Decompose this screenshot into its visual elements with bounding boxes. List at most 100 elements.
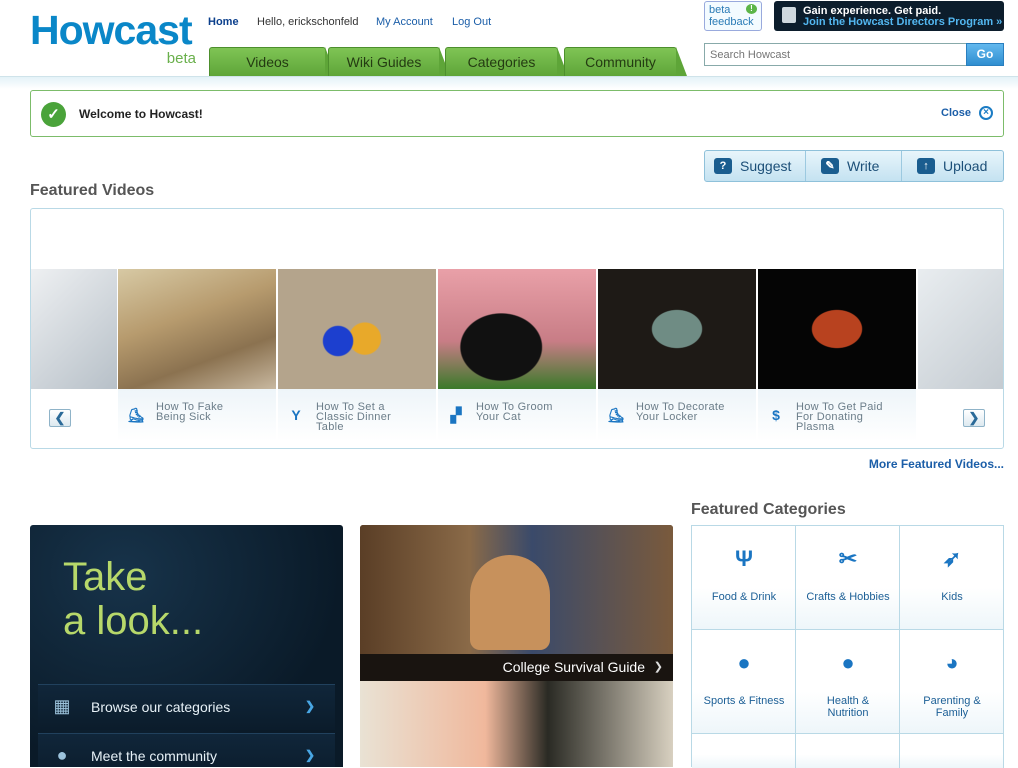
close-icon[interactable]: × <box>979 106 993 120</box>
welcome-banner: ✓ Welcome to Howcast! Close × <box>30 90 1004 137</box>
directors-program-banner[interactable]: Gain experience. Get paid. Join the Howc… <box>774 1 1004 31</box>
stroller-icon: ◕ <box>945 650 959 675</box>
category-label-line: Kids <box>941 591 963 603</box>
tab-videos[interactable]: Videos <box>209 47 336 76</box>
write-button[interactable]: ✎ Write <box>821 151 901 181</box>
featured-videos-heading: Featured Videos <box>30 182 155 199</box>
promo-photo-bottom <box>360 681 673 767</box>
speech-bubble-icon: ! <box>746 4 757 14</box>
video-caption[interactable]: $ How To Get Paid For Donating Plasma <box>758 389 916 441</box>
category-food-drink[interactable]: Ψ Food & Drink <box>692 526 796 630</box>
glass-icon: Y <box>291 407 301 423</box>
featured-categories-heading: Featured Categories <box>691 501 846 518</box>
tab-categories[interactable]: Categories <box>445 47 568 76</box>
college-survival-label: College Survival Guide <box>502 659 645 675</box>
header-band <box>0 77 1018 89</box>
video-thumbnail[interactable] <box>278 269 436 389</box>
logo-wordmark: Howcast <box>30 7 193 53</box>
category-label: Health & Nutrition <box>796 695 900 719</box>
upload-icon: ↑ <box>917 158 935 174</box>
upload-label: Upload <box>943 158 988 174</box>
category-kids[interactable]: ➶ Kids <box>900 526 1004 630</box>
video-thumbnail[interactable] <box>918 269 1003 389</box>
video-thumbnail[interactable] <box>438 269 596 389</box>
video-title: How To Decorate Your Locker <box>636 402 751 423</box>
video-title-line: Plasma <box>796 421 835 433</box>
camera-icon <box>782 7 796 23</box>
header: Howcast beta Home Hello, erickschonfeld … <box>0 0 1018 77</box>
checkmark-icon: ✓ <box>41 102 66 127</box>
video-caption[interactable]: ⛸ How To Fake Being Sick <box>118 389 276 441</box>
video-caption[interactable]: Y How To Set a Classic Dinner Table <box>278 389 436 441</box>
category-crafts-hobbies[interactable]: ✂ Crafts & Hobbies <box>796 526 900 630</box>
category-label: Kids <box>900 591 1004 603</box>
suggest-button[interactable]: ? Suggest <box>714 151 804 181</box>
money-icon: $ <box>772 407 780 423</box>
category-label-line: Crafts & Hobbies <box>806 591 890 603</box>
category-parenting-family[interactable]: ◕ Parenting & Family <box>900 630 1004 734</box>
category-tile-partial[interactable] <box>692 734 796 768</box>
ball-icon: ● <box>737 650 751 675</box>
fork-knife-icon: Ψ <box>735 546 753 571</box>
carousel-prev-arrow-icon[interactable]: ❮ <box>49 409 71 427</box>
category-tile-partial[interactable] <box>796 734 900 768</box>
category-sports-fitness[interactable]: ● Sports & Fitness <box>692 630 796 734</box>
video-title-line: Table <box>316 421 344 433</box>
tab-community[interactable]: Community <box>564 47 687 76</box>
take-a-look-panel: Take a look... ▦ Browse our categories ❯… <box>30 525 343 767</box>
skateboard-icon: ⛸ <box>607 407 625 423</box>
video-thumbnail[interactable] <box>118 269 276 389</box>
chevron-right-icon: ❯ <box>304 748 315 762</box>
video-title-line: Your Locker <box>636 411 698 423</box>
beta-feedback-button[interactable]: beta feedback ! <box>704 1 762 31</box>
howcast-logo[interactable]: Howcast beta <box>30 8 200 68</box>
nav-home-link[interactable]: Home <box>208 16 239 28</box>
category-label: Crafts & Hobbies <box>796 591 900 603</box>
video-thumbnail[interactable] <box>31 269 117 389</box>
browse-categories-label: Browse our categories <box>91 699 231 715</box>
carousel-next-arrow-icon[interactable]: ❯ <box>963 409 985 427</box>
question-icon: ? <box>714 158 732 174</box>
college-survival-promo[interactable]: College Survival Guide ❯ <box>360 525 673 767</box>
meet-community-row[interactable]: ● Meet the community ❯ <box>38 733 335 767</box>
category-label-line: Health & <box>826 695 870 707</box>
search-go-button[interactable]: Go <box>966 43 1004 66</box>
category-health-nutrition[interactable]: ● Health & Nutrition <box>796 630 900 734</box>
video-caption[interactable]: ▞ How To Groom Your Cat <box>438 389 596 441</box>
video-title: How To Groom Your Cat <box>476 402 591 423</box>
meet-community-label: Meet the community <box>91 748 218 764</box>
category-label-line: Family <box>935 707 969 719</box>
suggest-label: Suggest <box>740 158 792 174</box>
rocket-icon: ➶ <box>942 546 962 571</box>
tab-wiki-guides[interactable]: Wiki Guides <box>328 47 450 76</box>
my-account-link[interactable]: My Account <box>376 16 433 28</box>
close-link[interactable]: Close <box>941 107 971 119</box>
category-tile-partial[interactable] <box>900 734 1004 768</box>
video-caption[interactable]: ⛸ How To Decorate Your Locker <box>598 389 756 441</box>
upload-button[interactable]: ↑ Upload <box>917 151 1001 181</box>
featured-videos-carousel: ⛸ How To Fake Being Sick Y How To Set a … <box>30 208 1004 449</box>
apple-icon: ● <box>841 650 855 675</box>
featured-categories-grid: Ψ Food & Drink ✂ Crafts & Hobbies ➶ Kids… <box>691 525 1004 768</box>
action-divider <box>901 151 911 181</box>
browse-categories-row[interactable]: ▦ Browse our categories ❯ <box>38 684 335 730</box>
more-featured-videos-link[interactable]: More Featured Videos... <box>869 457 1004 471</box>
category-label: Sports & Fitness <box>692 695 796 707</box>
video-title-line: Being Sick <box>156 411 211 423</box>
video-title: How To Get Paid For Donating Plasma <box>796 402 911 433</box>
video-thumbnail[interactable] <box>758 269 916 389</box>
video-thumbnail[interactable] <box>598 269 756 389</box>
college-survival-caption[interactable]: College Survival Guide ❯ <box>360 654 673 681</box>
take-a-look-line2: a look... <box>63 599 204 643</box>
welcome-message: Welcome to Howcast! <box>79 107 203 121</box>
logo-beta-tag: beta <box>166 50 196 67</box>
action-divider <box>805 151 815 181</box>
person-photo <box>470 555 550 650</box>
video-title-line: Your Cat <box>476 411 521 423</box>
promo-link[interactable]: Join the Howcast Directors Program » <box>803 16 1002 28</box>
category-label-line: Parenting & <box>923 695 981 707</box>
search-input[interactable] <box>704 43 968 66</box>
category-label-line: Food & Drink <box>711 591 777 603</box>
category-label: Food & Drink <box>692 591 796 603</box>
logout-link[interactable]: Log Out <box>452 16 491 28</box>
